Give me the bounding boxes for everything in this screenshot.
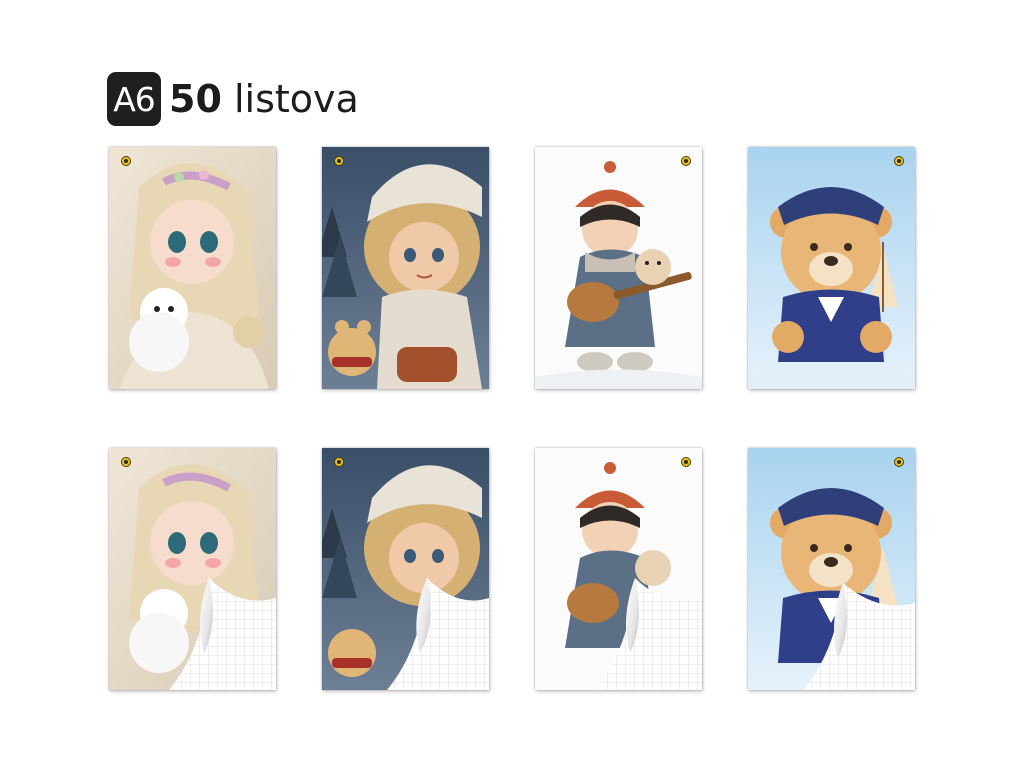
notebook-cover-curly-girl[interactable] xyxy=(322,147,489,389)
binding-ring-icon xyxy=(894,156,904,166)
binding-ring-icon xyxy=(681,457,691,467)
binding-ring-icon xyxy=(334,457,344,467)
binding-ring-icon xyxy=(334,156,344,166)
binding-ring-icon xyxy=(894,457,904,467)
curly-girl-illustration xyxy=(322,448,489,690)
notebook-peeled-curly-girl[interactable] xyxy=(322,448,489,690)
binding-ring-icon xyxy=(681,156,691,166)
binding-ring-icon xyxy=(121,457,131,467)
sheet-count: 50 xyxy=(169,77,222,121)
sailor-bear-illustration xyxy=(748,147,915,389)
notebook-cover-guitar-boy[interactable] xyxy=(535,147,702,389)
notebook-cover-princess[interactable] xyxy=(109,147,276,389)
princess-illustration xyxy=(109,448,276,690)
format-badge: A6 xyxy=(107,72,161,126)
notebook-peeled-princess[interactable] xyxy=(109,448,276,690)
notebook-cover-sailor-bear[interactable] xyxy=(748,147,915,389)
guitar-boy-illustration xyxy=(535,147,702,389)
notebook-peeled-sailor-bear[interactable] xyxy=(748,448,915,690)
guitar-boy-illustration xyxy=(535,448,702,690)
princess-illustration xyxy=(109,147,276,389)
sheet-count-label: 50 listova xyxy=(169,77,359,121)
sheet-unit: listova xyxy=(233,77,359,121)
notebook-peeled-guitar-boy[interactable] xyxy=(535,448,702,690)
binding-ring-icon xyxy=(121,156,131,166)
sailor-bear-illustration xyxy=(748,448,915,690)
curly-girl-illustration xyxy=(322,147,489,389)
product-heading: A6 50 listova xyxy=(107,72,359,126)
